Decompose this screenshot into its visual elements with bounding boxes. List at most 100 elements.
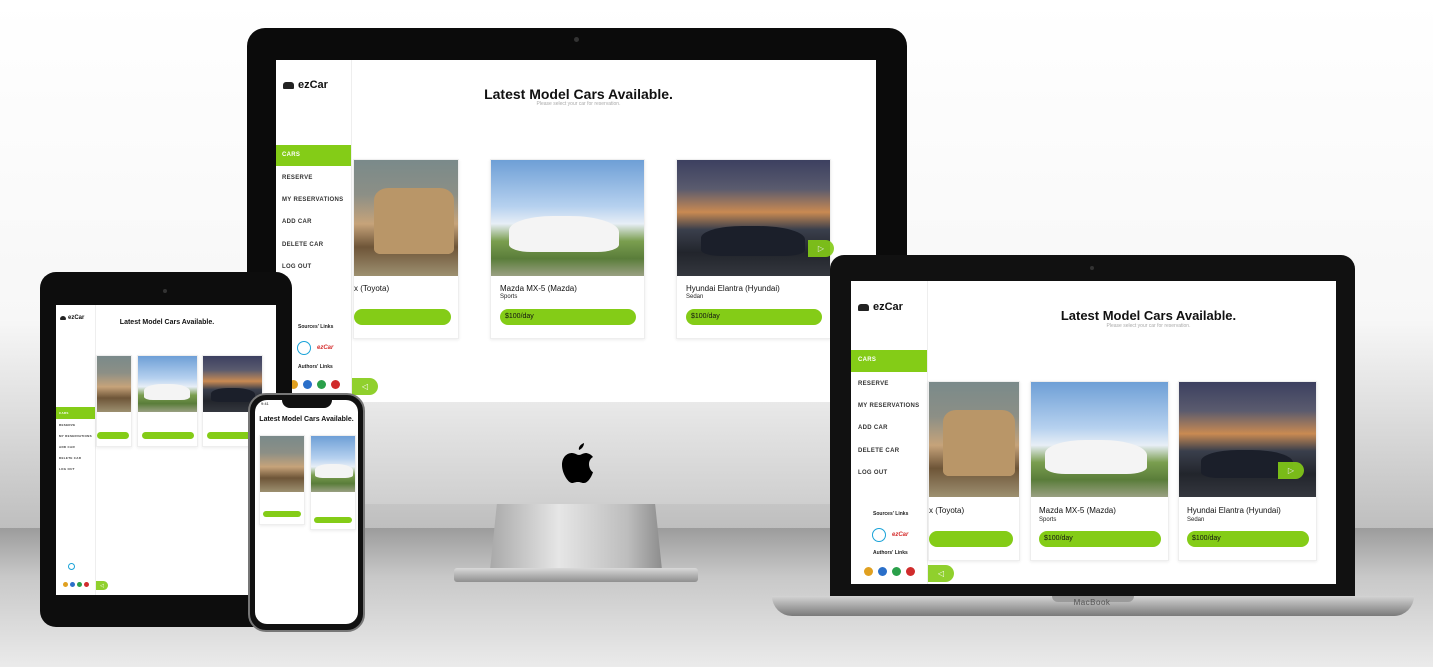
logo-text: ezCar	[68, 315, 85, 321]
toyota-tacoma-photo	[260, 436, 304, 492]
page-title: Latest Model Cars Available.	[484, 86, 673, 102]
car-icon	[60, 316, 66, 320]
car-card[interactable]	[310, 435, 356, 530]
car-card[interactable]: Mazda MX-5 (Mazda) Sports $100/day	[1030, 381, 1169, 561]
sidebar: ezCar CARS RESERVE MY RESERVATIONS ADD C…	[56, 305, 96, 595]
prev-button[interactable]: ◁	[352, 378, 378, 395]
nav-item-my-reservations[interactable]: MY RESERVATIONS	[56, 432, 95, 440]
car-card[interactable]	[137, 355, 198, 447]
github-icon[interactable]	[878, 567, 887, 576]
price-badge[interactable]	[263, 511, 301, 517]
nav-item-my-reservations[interactable]: MY RESERVATIONS	[276, 193, 351, 207]
hyundai-elantra-photo	[1179, 382, 1316, 497]
nav-item-my-reservations[interactable]: MY RESERVATIONS	[851, 399, 927, 413]
car-name: Hyundai Elantra (Hyundai)	[1187, 506, 1281, 515]
github-icon[interactable]	[84, 582, 89, 587]
mazda-mx5-photo	[311, 436, 355, 492]
page-title: Latest Model Cars Available.	[119, 319, 215, 326]
page-subtitle: Please select your car for reservation.	[1106, 323, 1191, 329]
app-logo[interactable]: ezCar	[858, 301, 903, 313]
next-button[interactable]: ▷	[1278, 462, 1304, 479]
nav-item-reserve[interactable]: RESERVE	[276, 171, 351, 185]
github-icon[interactable]	[63, 582, 68, 587]
nav-item-reserve[interactable]: RESERVE	[851, 377, 927, 391]
app-logo[interactable]: ezCar	[283, 79, 328, 91]
app-logo[interactable]: ezCar	[60, 315, 84, 321]
car-type: Sedan	[686, 294, 704, 300]
nav-item-delete-car[interactable]: DELETE CAR	[56, 454, 95, 462]
nav-item-delete-car[interactable]: DELETE CAR	[276, 238, 351, 252]
status-time: 9:41	[261, 401, 269, 406]
price-badge[interactable]: $100/day	[686, 309, 822, 325]
price-badge[interactable]	[929, 531, 1013, 547]
car-card[interactable]: Mazda MX-5 (Mazda) Sports $100/day	[490, 159, 645, 339]
page-title: Latest Model Cars Available.	[1060, 308, 1237, 323]
chevron-right-icon: ▷	[1287, 466, 1295, 475]
car-icon	[283, 81, 294, 89]
chevron-left-icon: ◁	[937, 569, 945, 578]
react-icon[interactable]	[297, 341, 311, 355]
macbook-label: MacBook	[1073, 598, 1111, 607]
car-card[interactable]: x (Toyota)	[353, 159, 459, 339]
github-icon[interactable]	[70, 582, 75, 587]
car-name: Mazda MX-5 (Mazda)	[500, 284, 577, 293]
logo-text: ezCar	[298, 79, 328, 91]
authors-links-label: Authors' Links	[873, 550, 908, 556]
prev-button[interactable]: ◁	[96, 581, 108, 590]
nav-item-reserve[interactable]: RESERVE	[56, 421, 95, 429]
github-icon[interactable]	[77, 582, 82, 587]
github-icon[interactable]	[864, 567, 873, 576]
car-icon	[858, 303, 869, 311]
nav-item-add-car[interactable]: ADD CAR	[851, 421, 927, 435]
redux-icon[interactable]: ezCar	[892, 532, 908, 538]
price-badge[interactable]: $100/day	[1039, 531, 1161, 547]
price-badge[interactable]	[97, 432, 129, 439]
nav-item-cars[interactable]: CARS	[276, 145, 351, 166]
nav-item-log-out[interactable]: LOG OUT	[56, 465, 95, 473]
mazda-mx5-photo	[491, 160, 644, 276]
price-badge[interactable]	[314, 517, 352, 523]
imac-stand-foot	[454, 568, 698, 582]
imac-screen: ezCar CARS RESERVE MY RESERVATIONS ADD C…	[276, 60, 876, 402]
car-card[interactable]	[259, 435, 305, 525]
toyota-tacoma-photo	[97, 356, 131, 412]
imac-stand-neck	[490, 504, 662, 570]
sidebar: ezCar CARS RESERVE MY RESERVATIONS ADD C…	[851, 281, 928, 584]
car-name: Mazda MX-5 (Mazda)	[1039, 506, 1116, 515]
react-icon[interactable]	[872, 528, 886, 542]
react-icon[interactable]	[68, 563, 75, 570]
car-name: x (Toyota)	[354, 284, 390, 293]
price-badge[interactable]: $100/day	[1187, 531, 1309, 547]
next-button[interactable]: ▷	[808, 240, 834, 257]
nav-item-add-car[interactable]: ADD CAR	[56, 443, 95, 451]
car-card[interactable]: x (Toyota)	[928, 381, 1020, 561]
logo-text: ezCar	[873, 301, 903, 313]
car-type: Sports	[500, 294, 518, 300]
sources-links-label: Sources' Links	[298, 324, 334, 330]
nav-item-log-out[interactable]: LOG OUT	[276, 260, 351, 274]
github-icon[interactable]	[906, 567, 915, 576]
car-type: Sedan	[1187, 517, 1205, 523]
nav-item-log-out[interactable]: LOG OUT	[851, 466, 927, 480]
ipad-camera	[163, 289, 167, 293]
price-badge[interactable]	[142, 432, 194, 439]
nav-item-delete-car[interactable]: DELETE CAR	[851, 444, 927, 458]
github-icon[interactable]	[331, 380, 340, 389]
redux-icon[interactable]: ezCar	[317, 345, 333, 351]
car-type: Sports	[1039, 517, 1057, 523]
macbook-screen: ezCar CARS RESERVE MY RESERVATIONS ADD C…	[851, 281, 1336, 584]
nav-item-cars[interactable]: CARS	[851, 350, 927, 372]
nav-item-add-car[interactable]: ADD CAR	[276, 215, 351, 229]
imac-camera	[574, 37, 579, 42]
chevron-left-icon: ◁	[361, 382, 369, 391]
chevron-left-icon: ◁	[100, 582, 104, 589]
mazda-mx5-photo	[1031, 382, 1168, 497]
price-badge[interactable]	[354, 309, 451, 325]
car-card[interactable]	[96, 355, 132, 447]
github-icon[interactable]	[303, 380, 312, 389]
nav-item-cars[interactable]: CARS	[56, 407, 95, 419]
github-icon[interactable]	[892, 567, 901, 576]
prev-button[interactable]: ◁	[928, 565, 954, 582]
github-icon[interactable]	[317, 380, 326, 389]
price-badge[interactable]: $100/day	[500, 309, 636, 325]
